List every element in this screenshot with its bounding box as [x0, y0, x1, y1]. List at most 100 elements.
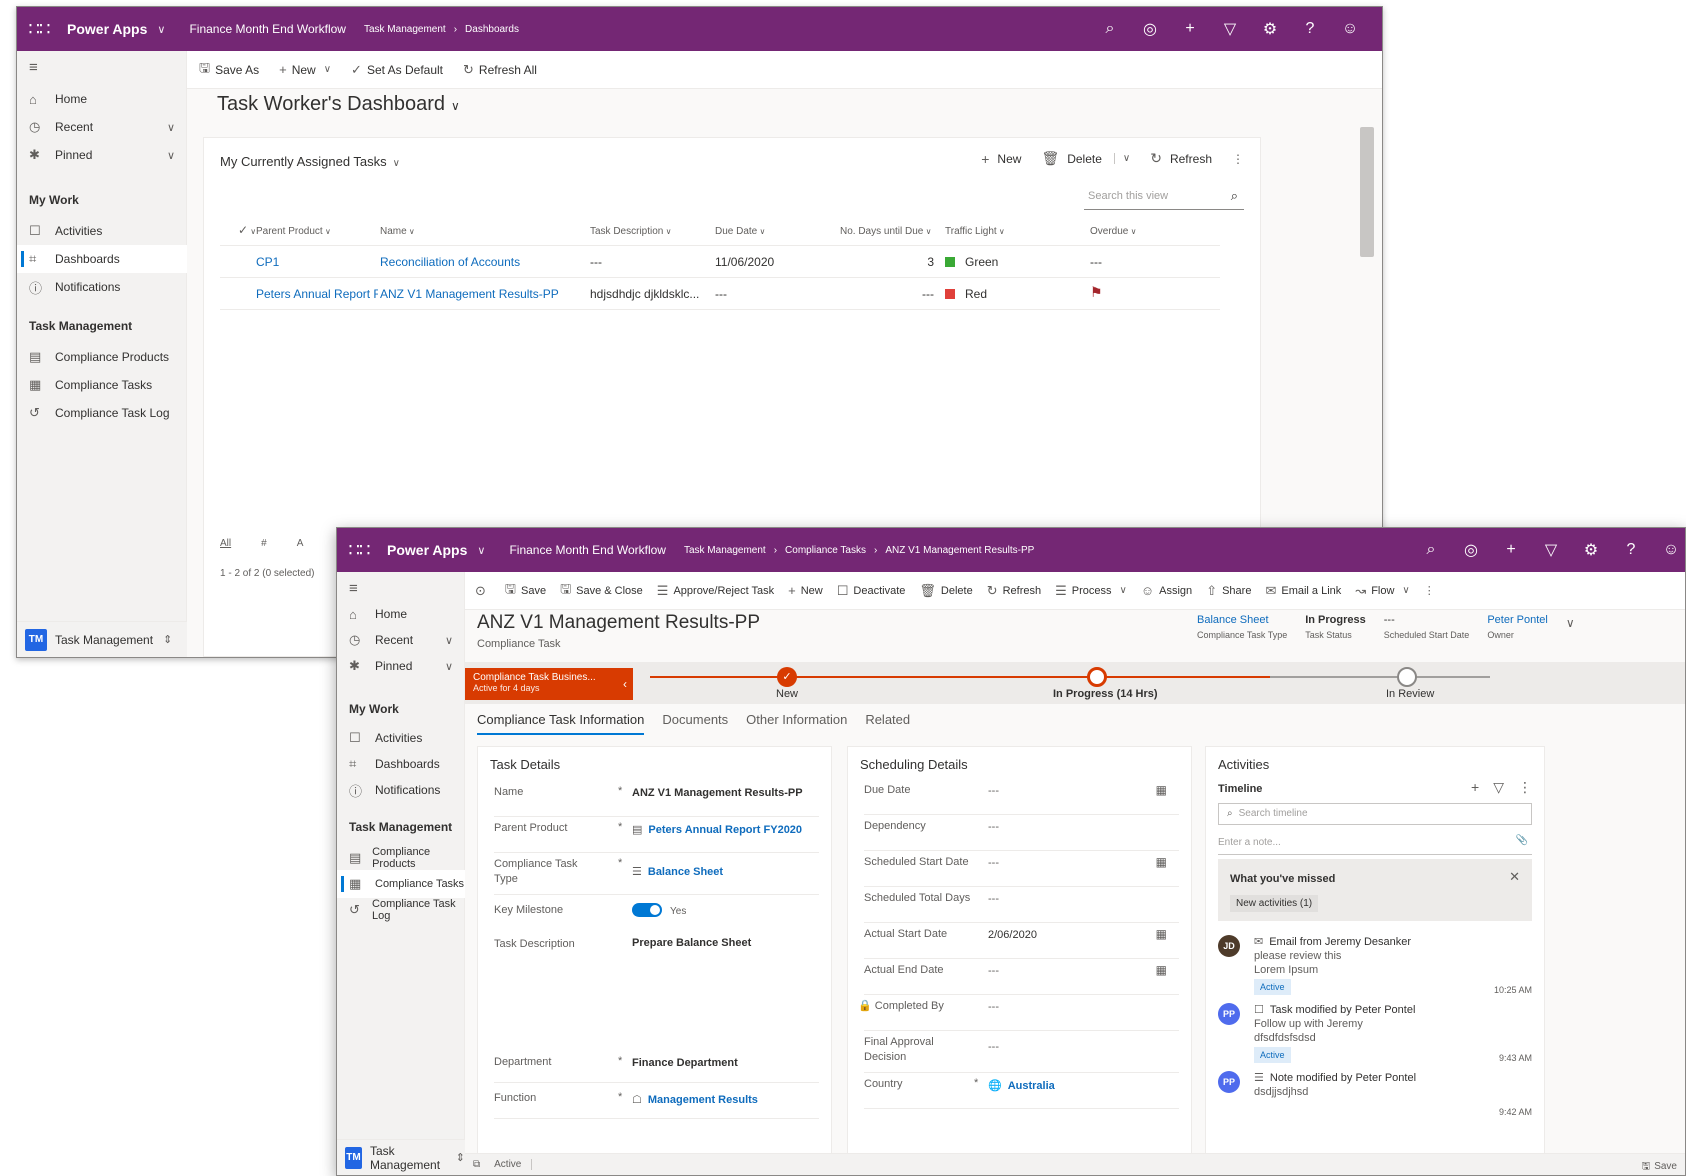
nav-compliance-task-log[interactable]: ↺ Compliance Task Log: [17, 399, 187, 427]
filter-icon[interactable]: ▽: [1210, 19, 1250, 39]
gear-icon[interactable]: ⚙: [1250, 19, 1290, 39]
more-icon[interactable]: ⋮: [1518, 779, 1532, 796]
nav-compliance-products[interactable]: ▤ Compliance Products: [17, 343, 187, 371]
person-icon[interactable]: ☺: [1651, 541, 1685, 559]
task-name-link[interactable]: Reconciliation of Accounts: [380, 255, 520, 269]
lookup-value[interactable]: Australia: [1008, 1080, 1055, 1092]
parent-product-link[interactable]: CP1: [256, 255, 279, 269]
timeline-item[interactable]: PP ☐ Task modified by Peter Pontel Follow…: [1218, 1003, 1532, 1069]
final-approval-input[interactable]: ---: [988, 1041, 999, 1053]
column-header[interactable]: Traffic Light: [945, 226, 1005, 237]
status-save-button[interactable]: 🖫 Save: [1642, 1159, 1677, 1175]
column-header[interactable]: Name: [380, 226, 415, 237]
note-input[interactable]: Enter a note... 📎: [1218, 831, 1532, 855]
table-row[interactable]: Peters Annual Report FY. ANZ V1 Manageme…: [220, 278, 1220, 310]
flow-button[interactable]: ↝ Flow ∨: [1355, 583, 1409, 599]
column-header[interactable]: No. Days until Due: [840, 226, 931, 237]
jump-a[interactable]: A: [297, 538, 304, 549]
new-button[interactable]: + New ∨: [279, 62, 331, 77]
header-field[interactable]: --- Scheduled Start Date: [1384, 614, 1470, 640]
breadcrumb-item[interactable]: Compliance Tasks: [785, 545, 866, 556]
app-name[interactable]: Power Apps: [67, 21, 147, 37]
chevron-down-icon[interactable]: ∨: [157, 23, 165, 36]
calendar-icon[interactable]: ▦: [1156, 927, 1167, 941]
chevron-down-icon[interactable]: ∨: [167, 121, 175, 134]
search-icon[interactable]: ⌕: [1090, 20, 1130, 38]
header-value[interactable]: Balance Sheet: [1197, 614, 1287, 626]
chevron-down-icon[interactable]: ∨: [1402, 585, 1409, 596]
country-lookup[interactable]: 🌐 Australia: [988, 1079, 1055, 1092]
calendar-icon[interactable]: ▦: [1156, 783, 1167, 797]
filter-icon[interactable]: ▽: [1531, 540, 1571, 560]
column-header[interactable]: Task Description: [590, 226, 671, 237]
stage-complete-icon[interactable]: ✓: [777, 667, 797, 687]
view-search-input[interactable]: Search this view ⌕: [1084, 182, 1244, 210]
area-switcher[interactable]: TM Task Management ⇕: [337, 1139, 465, 1175]
select-all-checkbox[interactable]: ✓: [238, 223, 256, 237]
nav-dashboards[interactable]: ⌗ Dashboards: [337, 750, 465, 778]
function-lookup[interactable]: ☖ Management Results: [632, 1093, 758, 1106]
plus-icon[interactable]: +: [1491, 541, 1531, 559]
jump-hash[interactable]: #: [261, 538, 267, 549]
toggle-switch[interactable]: [632, 903, 662, 917]
nav-compliance-tasks[interactable]: ▦ Compliance Tasks: [17, 371, 187, 399]
filter-icon[interactable]: ▽: [1493, 779, 1504, 796]
attach-icon[interactable]: 📎: [1516, 835, 1528, 846]
parent-product-link[interactable]: Peters Annual Report FY.: [256, 287, 378, 301]
chevron-down-icon[interactable]: ∨: [1120, 585, 1127, 596]
stage-pending-icon[interactable]: [1397, 667, 1417, 687]
chevron-down-icon[interactable]: ∨: [445, 660, 453, 673]
nav-compliance-tasks[interactable]: ▦ Compliance Tasks: [337, 870, 465, 898]
delete-button[interactable]: 🗑 Delete ∨: [1041, 150, 1130, 167]
dependency-input[interactable]: ---: [988, 821, 999, 833]
key-milestone-toggle[interactable]: Yes: [632, 903, 686, 917]
scheduled-start-input[interactable]: ---: [988, 857, 999, 869]
nav-home[interactable]: ⌂ Home: [337, 600, 465, 628]
app-name[interactable]: Power Apps: [387, 542, 467, 558]
chevron-down-icon[interactable]: ∨: [477, 544, 485, 557]
nav-pinned[interactable]: ✱ Pinned ∨: [17, 141, 187, 169]
search-icon[interactable]: ⌕: [1411, 541, 1451, 559]
environment-name[interactable]: Finance Month End Workflow: [509, 543, 666, 557]
waffle-icon[interactable]: ∷∷: [17, 19, 61, 40]
close-icon[interactable]: ✕: [1509, 869, 1520, 885]
share-button[interactable]: ⇧ Share: [1206, 583, 1251, 599]
save-as-button[interactable]: 🖫 Save As: [199, 59, 259, 81]
plus-icon[interactable]: +: [1170, 20, 1210, 38]
lookup-value[interactable]: Management Results: [648, 1094, 758, 1106]
breadcrumb-item[interactable]: Task Management: [684, 545, 766, 556]
timeline-item[interactable]: PP ☰ Note modified by Peter Pontel dsdjjs…: [1218, 1071, 1532, 1121]
header-field[interactable]: In Progress Task Status: [1305, 614, 1366, 640]
column-header[interactable]: Overdue: [1090, 226, 1136, 237]
tab-other-information[interactable]: Other Information: [746, 712, 847, 735]
timeline-item[interactable]: JD ✉ Email from Jeremy Desanker please re…: [1218, 935, 1532, 1001]
save-button[interactable]: 🖫 Save: [505, 580, 546, 602]
actual-start-input[interactable]: 2/06/2020: [988, 929, 1037, 941]
nav-activities[interactable]: ☐ Activities: [337, 724, 465, 752]
tab-documents[interactable]: Documents: [662, 712, 728, 735]
scrollbar[interactable]: [1360, 127, 1374, 257]
deactivate-button[interactable]: ☐ Deactivate: [837, 583, 906, 599]
refresh-button[interactable]: ↻ Refresh: [987, 583, 1041, 599]
chevron-down-icon[interactable]: ∨: [1566, 616, 1575, 640]
new-activities-button[interactable]: New activities (1): [1230, 895, 1319, 912]
task-type-lookup[interactable]: ☰ Balance Sheet: [632, 865, 723, 878]
nav-home[interactable]: ⌂ Home: [17, 85, 187, 113]
refresh-all-button[interactable]: ↻ Refresh All: [463, 62, 537, 78]
name-input[interactable]: ANZ V1 Management Results-PP: [632, 787, 803, 799]
header-field[interactable]: Balance Sheet Compliance Task Type: [1197, 614, 1287, 640]
more-icon[interactable]: ⋮: [1232, 152, 1244, 166]
view-selector[interactable]: My Currently Assigned Tasks ∨: [220, 154, 400, 169]
save-close-button[interactable]: 🖫 Save & Close: [560, 580, 643, 602]
breadcrumb-item[interactable]: Dashboards: [465, 24, 519, 35]
refresh-button[interactable]: ↻ Refresh: [1150, 150, 1212, 167]
actual-end-input[interactable]: ---: [988, 965, 999, 977]
open-in-new-icon[interactable]: ⧉: [473, 1159, 480, 1170]
nav-activities[interactable]: ☐ Activities: [17, 217, 187, 245]
new-record-button[interactable]: + New: [981, 151, 1021, 167]
parent-product-lookup[interactable]: ▤ Peters Annual Report FY2020: [632, 823, 802, 836]
back-icon[interactable]: ⊙: [475, 583, 491, 599]
nav-compliance-products[interactable]: ▤ Compliance Products: [337, 844, 465, 872]
due-date-input[interactable]: ---: [988, 785, 999, 797]
environment-name[interactable]: Finance Month End Workflow: [189, 22, 346, 36]
